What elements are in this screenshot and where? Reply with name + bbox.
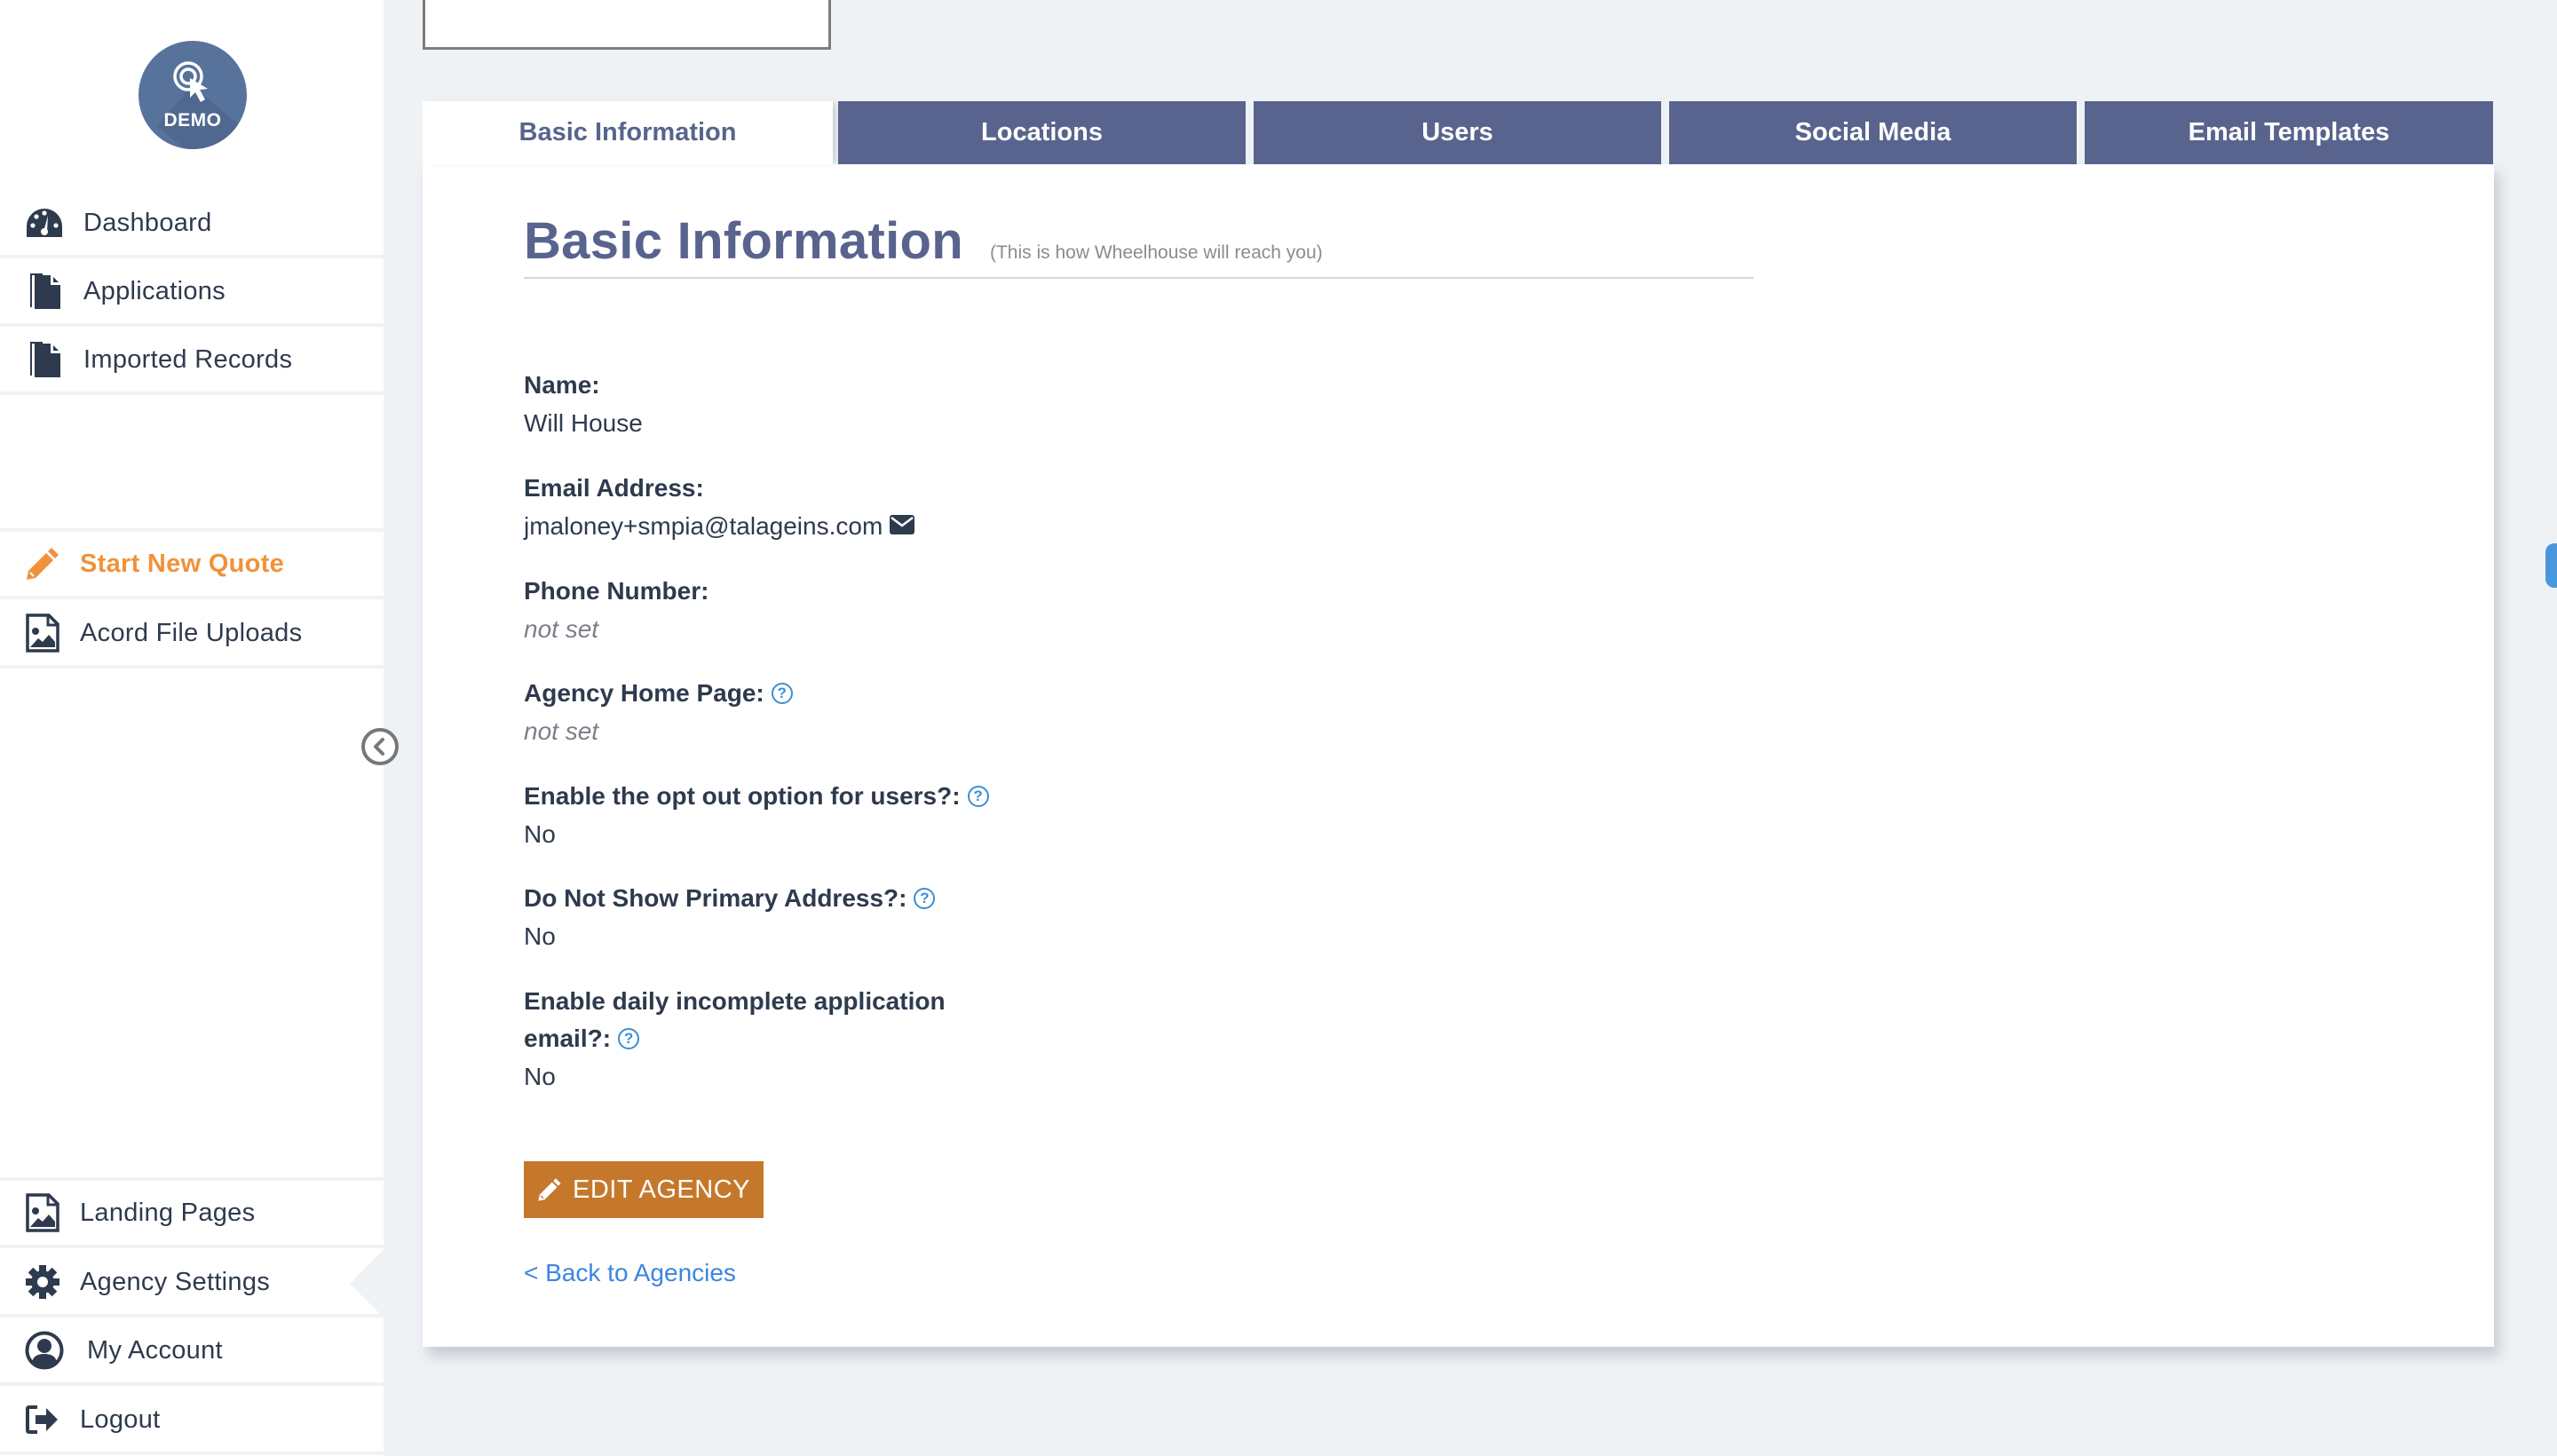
- chevron-left-icon: [374, 738, 384, 756]
- sidebar-item-start-new-quote[interactable]: Start New Quote: [0, 532, 384, 599]
- sidebar-item-dashboard[interactable]: Dashboard: [0, 191, 384, 258]
- pencil-icon: [538, 1178, 561, 1201]
- field-primary-address: Do Not Show Primary Address?:? No: [524, 880, 1145, 956]
- tab-users[interactable]: Users: [1254, 101, 1661, 164]
- field-label-text: email?:: [524, 1025, 612, 1052]
- top-placeholder-box: [423, 0, 831, 50]
- sidebar-item-applications[interactable]: Applications: [0, 259, 384, 327]
- cursor-click-icon: [173, 61, 208, 102]
- help-icon[interactable]: ?: [618, 1028, 640, 1049]
- sidebar-item-label: Imported Records: [83, 344, 293, 374]
- gear-icon: [23, 1262, 62, 1302]
- tab-email-templates[interactable]: Email Templates: [2085, 101, 2493, 164]
- field-value: jmaloney+smpia@talageins.com: [524, 507, 1145, 546]
- page-title: Basic Information: [524, 212, 963, 270]
- tab-basic-information[interactable]: Basic Information: [423, 101, 833, 164]
- demo-logo[interactable]: DEMO: [139, 41, 247, 149]
- pencil-icon: [23, 544, 62, 583]
- sidebar-item-my-account[interactable]: My Account: [0, 1318, 384, 1386]
- email-value: jmaloney+smpia@talageins.com: [524, 512, 883, 540]
- sidebar-item-label: Agency Settings: [80, 1267, 271, 1296]
- field-label-text: Enable the opt out option for users?:: [524, 782, 961, 810]
- sidebar-item-agency-settings[interactable]: Agency Settings: [0, 1250, 384, 1318]
- field-value: No: [524, 1063, 556, 1090]
- sidebar-item-label: Acord File Uploads: [80, 618, 303, 647]
- field-value: No: [524, 922, 556, 950]
- sidebar-item-label: Logout: [80, 1405, 161, 1434]
- field-label: Agency Home Page:?: [524, 675, 1145, 712]
- sidebar-item-label: Dashboard: [83, 208, 212, 237]
- help-icon[interactable]: ?: [914, 888, 936, 909]
- sidebar-item-label: My Account: [87, 1335, 223, 1365]
- field-name: Name: Will House: [524, 367, 1145, 443]
- sidebar-item-imported-records[interactable]: Imported Records: [0, 328, 384, 395]
- field-label: Do Not Show Primary Address?:?: [524, 880, 1145, 917]
- field-value: Will House: [524, 409, 643, 437]
- tab-social-media[interactable]: Social Media: [1669, 101, 2077, 164]
- field-agency-home-page: Agency Home Page:? not set: [524, 675, 1145, 751]
- help-icon[interactable]: ?: [967, 786, 989, 807]
- field-daily-incomplete-email: Enable daily incomplete application emai…: [524, 983, 1145, 1096]
- field-opt-out: Enable the opt out option for users?:? N…: [524, 778, 1145, 854]
- user-circle-icon: [25, 1331, 64, 1370]
- back-to-agencies-link[interactable]: < Back to Agencies: [524, 1259, 736, 1287]
- files-icon: [25, 340, 64, 379]
- field-label-text: Agency Home Page:: [524, 679, 764, 707]
- field-label-text: Do Not Show Primary Address?:: [524, 884, 907, 912]
- feedback-tab[interactable]: [2545, 543, 2557, 588]
- sidebar-item-label: Start New Quote: [80, 549, 285, 578]
- sidebar-item-label: Landing Pages: [80, 1198, 256, 1227]
- page-subtitle: (This is how Wheelhouse will reach you): [989, 242, 1323, 263]
- field-label: Enable the opt out option for users?:?: [524, 778, 1145, 815]
- field-phone: Phone Number: not set: [524, 573, 1145, 649]
- field-label: Name:: [524, 371, 600, 399]
- field-label: email?:?: [524, 1020, 1145, 1057]
- field-label: Phone Number:: [524, 577, 709, 605]
- image-file-icon: [23, 613, 62, 653]
- field-label: Enable daily incomplete application: [524, 987, 946, 1015]
- sidebar-item-label: Applications: [83, 276, 226, 305]
- edit-agency-label: EDIT AGENCY: [573, 1175, 750, 1204]
- files-icon: [25, 272, 64, 311]
- edit-agency-button[interactable]: EDIT AGENCY: [524, 1161, 764, 1218]
- sidebar-item-acord-file-uploads[interactable]: Acord File Uploads: [0, 601, 384, 669]
- field-value: No: [524, 820, 556, 848]
- field-value: not set: [524, 717, 599, 745]
- envelope-icon[interactable]: [890, 507, 915, 546]
- section-header: Basic Information (This is how Wheelhous…: [524, 211, 1753, 279]
- collapse-sidebar-button[interactable]: [361, 728, 399, 765]
- field-email: Email Address: jmaloney+smpia@talageins.…: [524, 470, 1145, 546]
- logout-icon: [23, 1400, 62, 1439]
- field-value: not set: [524, 615, 599, 643]
- dashboard-gauge-icon: [25, 203, 64, 242]
- logo-text: DEMO: [163, 110, 222, 131]
- sidebar-item-landing-pages[interactable]: Landing Pages: [0, 1181, 384, 1248]
- field-label: Email Address:: [524, 474, 704, 502]
- image-file-icon: [23, 1193, 62, 1232]
- sidebar: DEMO Dashboard Applications Imported Rec…: [0, 0, 399, 1456]
- help-icon[interactable]: ?: [771, 683, 793, 704]
- agency-tabs: Basic Information Locations Users Social…: [423, 101, 2494, 164]
- sidebar-item-logout[interactable]: Logout: [0, 1388, 384, 1455]
- tab-locations[interactable]: Locations: [838, 101, 1246, 164]
